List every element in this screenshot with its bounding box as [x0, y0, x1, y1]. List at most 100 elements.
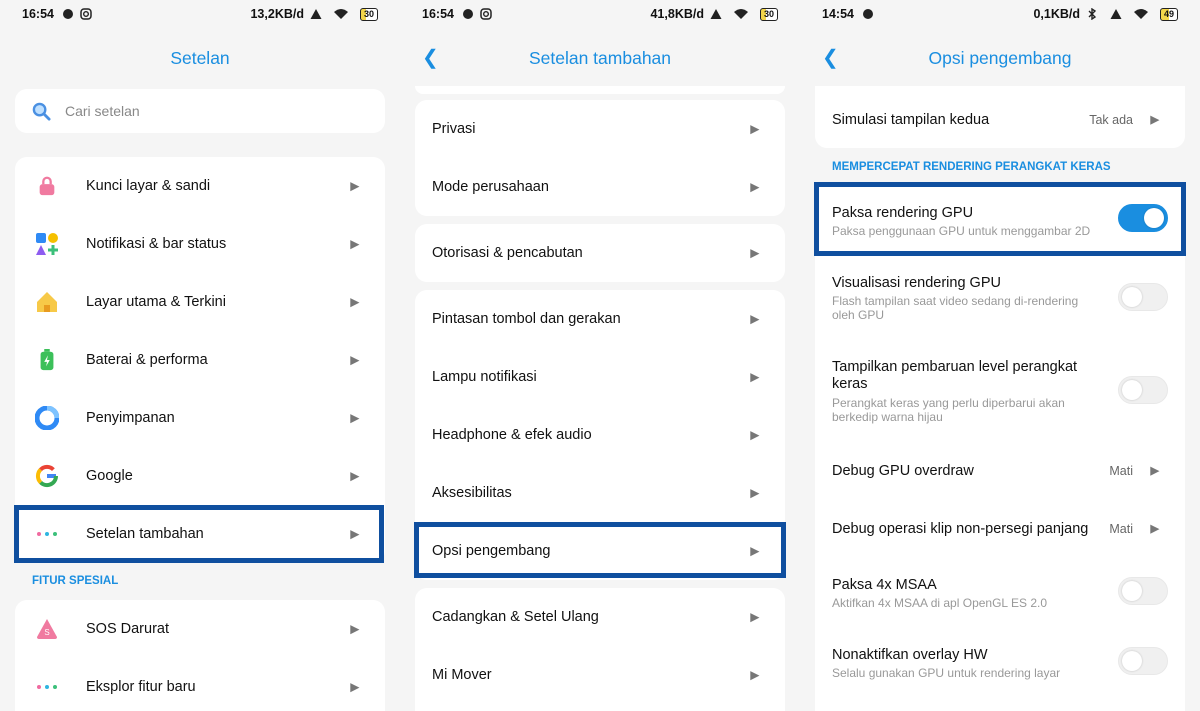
- chevron-right-icon: ▶: [350, 623, 359, 636]
- search-bar[interactable]: Cari setelan: [15, 89, 385, 133]
- page-title: Setelan tambahan: [528, 48, 672, 68]
- item-subtitle: Perangkat keras yang perlu diperbarui ak…: [832, 396, 1065, 424]
- sos-icon: S: [35, 617, 59, 641]
- scrolled-card-remnant: [415, 86, 785, 94]
- battery-indicator: 30: [359, 7, 378, 21]
- section-header: FITUR SPESIAL: [32, 575, 119, 587]
- chevron-right-icon: ▶: [350, 354, 359, 367]
- chevron-right-icon: ▶: [350, 180, 359, 193]
- list-item-home[interactable]: Layar utama & Terkini ▶: [15, 273, 385, 331]
- item-label: Kunci layar & sandi: [86, 178, 211, 194]
- list-item-second-display[interactable]: Simulasi tampilan kedua Tak ada ▶: [815, 86, 1185, 148]
- list-item-gpu-visualization[interactable]: Visualisasi rendering GPU Flash tampilan…: [815, 266, 1185, 336]
- highlight-box: [814, 182, 1186, 256]
- list-item-authorization[interactable]: Otorisasi & pencabutan ▶: [415, 224, 785, 282]
- warning-icon: [310, 9, 322, 19]
- item-label: Google: [86, 468, 133, 484]
- item-label: Paksa 4x MSAA: [832, 577, 937, 593]
- item-value: Mati: [1109, 464, 1133, 478]
- chevron-right-icon: ▶: [750, 487, 759, 500]
- item-label: SOS Darurat: [86, 621, 169, 637]
- search-icon: [32, 102, 51, 121]
- chat-icon: [62, 9, 73, 19]
- item-label: Cadangkan & Setel Ulang: [432, 609, 599, 625]
- item-label: Mi Mover: [432, 667, 492, 683]
- section-header: MEMPERCEPAT RENDERING PERANGKAT KERAS: [832, 161, 1111, 173]
- list-item-mi-mover[interactable]: Mi Mover ▶: [415, 646, 785, 704]
- chevron-right-icon: ▶: [350, 238, 359, 251]
- toggle-knob: [1122, 581, 1142, 601]
- toggle-switch[interactable]: [1118, 283, 1168, 311]
- chevron-right-icon: ▶: [750, 123, 759, 136]
- item-label: Otorisasi & pencabutan: [432, 245, 583, 261]
- hardware-rendering-list: Paksa rendering GPU Paksa penggunaan GPU…: [815, 184, 1185, 711]
- more-dots-icon: [35, 675, 59, 699]
- item-label: Headphone & efek audio: [432, 427, 592, 443]
- item-label: Layar utama & Terkini: [86, 294, 226, 310]
- google-icon: [35, 464, 59, 488]
- network-speed: 0,1KB/d: [1033, 7, 1080, 21]
- list-item-enterprise-mode[interactable]: Mode perusahaan ▶: [415, 158, 785, 216]
- status-time: 16:54: [422, 7, 454, 21]
- item-label: Mode perusahaan: [432, 179, 549, 195]
- network-speed: 13,2KB/d: [250, 7, 304, 21]
- list-item-lock[interactable]: Kunci layar & sandi ▶: [15, 157, 385, 215]
- list-item-hardware-updates[interactable]: Tampilkan pembaruan level perangkat kera…: [815, 352, 1185, 432]
- toggle-switch[interactable]: [1118, 376, 1168, 404]
- instagram-icon: [80, 8, 92, 20]
- chevron-right-icon: ▶: [350, 296, 359, 309]
- list-item-storage[interactable]: Penyimpanan ▶: [15, 389, 385, 447]
- item-label: Aksesibilitas: [432, 485, 512, 501]
- list-item-explore[interactable]: Eksplor fitur baru ▶: [15, 658, 385, 711]
- lock-icon: [35, 174, 59, 198]
- page-header: ❮ Opsi pengembang: [800, 44, 1200, 72]
- list-item-gpu-overdraw[interactable]: Debug GPU overdraw Mati ▶: [815, 442, 1185, 500]
- chat-icon: [862, 9, 873, 19]
- storage-icon: [35, 406, 59, 430]
- list-item-notifications[interactable]: Notifikasi & bar status ▶: [15, 215, 385, 273]
- toggle-switch[interactable]: [1118, 647, 1168, 675]
- wifi-icon: [733, 9, 748, 19]
- status-time: 14:54: [822, 7, 854, 21]
- chevron-right-icon: ▶: [750, 611, 759, 624]
- toggle-switch[interactable]: [1118, 577, 1168, 605]
- list-item-accessibility[interactable]: Aksesibilitas ▶: [415, 464, 785, 522]
- list-item-headphone[interactable]: Headphone & efek audio ▶: [415, 406, 785, 464]
- page-header: ❮ Setelan tambahan: [400, 44, 800, 72]
- settings-group-2: Otorisasi & pencabutan ▶: [415, 224, 785, 282]
- list-item-sos[interactable]: S SOS Darurat ▶: [15, 600, 385, 658]
- list-item-google[interactable]: Google ▶: [15, 447, 385, 505]
- list-item-battery[interactable]: Baterai & performa ▶: [15, 331, 385, 389]
- item-value: Mati: [1109, 522, 1133, 536]
- wifi-icon: [333, 9, 348, 19]
- network-speed: 41,8KB/d: [650, 7, 704, 21]
- chevron-right-icon: ▶: [750, 313, 759, 326]
- toggle-knob: [1122, 287, 1142, 307]
- item-value: Tak ada: [1089, 113, 1133, 127]
- status-time: 16:54: [22, 7, 54, 21]
- chevron-right-icon: ▶: [1150, 523, 1159, 535]
- chevron-right-icon: ▶: [750, 429, 759, 442]
- settings-group-4: Cadangkan & Setel Ulang ▶ Mi Mover ▶: [415, 588, 785, 711]
- item-label: Privasi: [432, 121, 476, 137]
- list-item-notification-light[interactable]: Lampu notifikasi ▶: [415, 348, 785, 406]
- list-item-clip-debug[interactable]: Debug operasi klip non-persegi panjang M…: [815, 500, 1185, 558]
- list-item-privacy[interactable]: Privasi ▶: [415, 100, 785, 158]
- svg-text:S: S: [44, 628, 49, 637]
- back-arrow-icon[interactable]: ❮: [822, 44, 839, 72]
- list-item-msaa[interactable]: Paksa 4x MSAA Aktifkan 4x MSAA di apl Op…: [815, 568, 1185, 626]
- item-label: Eksplor fitur baru: [86, 679, 196, 695]
- list-item-disable-hw-overlay[interactable]: Nonaktifkan overlay HW Selalu gunakan GP…: [815, 638, 1185, 696]
- chevron-right-icon: ▶: [1150, 465, 1159, 477]
- page-title: Setelan: [170, 48, 230, 68]
- additional-settings-panel: 16:54 41,8KB/d 30 ❮ Setelan tambahan Pri…: [400, 0, 800, 711]
- toggle-knob: [1122, 380, 1142, 400]
- back-arrow-icon[interactable]: ❮: [422, 44, 439, 72]
- chevron-right-icon: ▶: [750, 371, 759, 384]
- item-label: Notifikasi & bar status: [86, 236, 227, 252]
- list-item-backup[interactable]: Cadangkan & Setel Ulang ▶: [415, 588, 785, 646]
- battery-indicator: 49: [1159, 7, 1178, 21]
- settings-group-1: Privasi ▶ Mode perusahaan ▶: [415, 100, 785, 216]
- toggle-knob: [1122, 651, 1142, 671]
- list-item-shortcuts[interactable]: Pintasan tombol dan gerakan ▶: [415, 290, 785, 348]
